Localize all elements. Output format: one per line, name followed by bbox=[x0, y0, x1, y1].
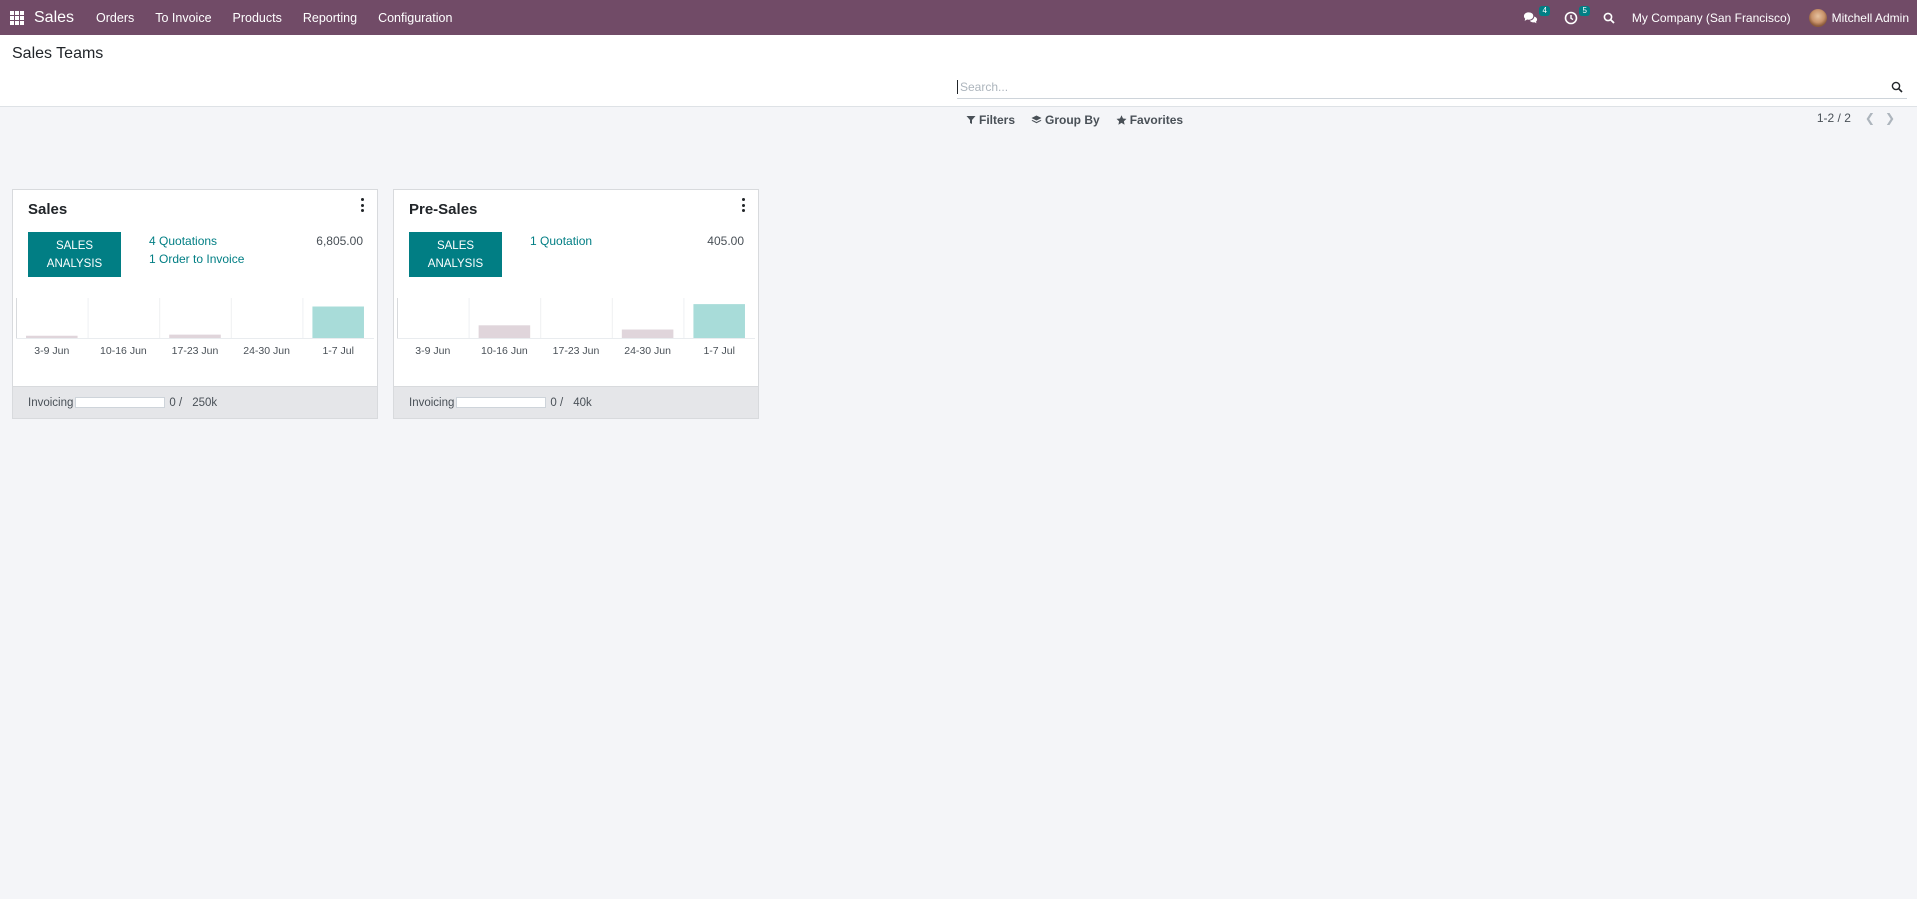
filters-button[interactable]: Filters bbox=[966, 113, 1015, 127]
chart-tick-label: 10-16 Jun bbox=[100, 345, 147, 357]
star-icon bbox=[1116, 115, 1127, 125]
chart-tick-label: 1-7 Jul bbox=[322, 345, 354, 357]
chart-tick-label: 24-30 Jun bbox=[624, 345, 671, 357]
chat-icon bbox=[1524, 11, 1538, 23]
favorites-button[interactable]: Favorites bbox=[1116, 113, 1183, 127]
chart-tick-label: 3-9 Jun bbox=[415, 345, 450, 357]
pager-previous-icon[interactable]: ❮ bbox=[1865, 111, 1875, 125]
quotations-link[interactable]: 4 Quotations bbox=[149, 234, 217, 248]
menu-products[interactable]: Products bbox=[233, 11, 282, 25]
chart-bar[interactable] bbox=[478, 325, 531, 338]
filters-label: Filters bbox=[979, 113, 1016, 127]
menu-to-invoice[interactable]: To Invoice bbox=[155, 11, 211, 25]
activities-button[interactable]: 5 bbox=[1560, 5, 1590, 28]
invoicing-footer: Invoicing 0 / 250k bbox=[13, 386, 377, 418]
team-card-sales[interactable]: Sales SALES ANALYSIS 4 Quotations 1 Order… bbox=[12, 189, 378, 419]
sales-graph[interactable]: 3-9 Jun 10-16 Jun 17-23 Jun 24-30 Jun 1-7 Ju… bbox=[397, 298, 755, 358]
quotations-link[interactable]: 1 Quotation bbox=[530, 234, 592, 248]
chart-tick-label: 24-30 Jun bbox=[243, 345, 290, 357]
chart-bar[interactable] bbox=[26, 335, 78, 338]
card-dropdown-icon[interactable] bbox=[740, 198, 746, 212]
chart-bar[interactable] bbox=[312, 306, 364, 339]
search-button[interactable] bbox=[1598, 8, 1620, 28]
quotations-amount: 6,805.00 bbox=[316, 234, 363, 248]
chart-tick-label: 17-23 Jun bbox=[172, 345, 219, 357]
search-submit-button[interactable] bbox=[1887, 77, 1907, 97]
invoicing-label: Invoicing bbox=[28, 396, 74, 409]
menu-orders[interactable]: Orders bbox=[96, 11, 134, 25]
menu-configuration[interactable]: Configuration bbox=[378, 11, 452, 25]
search-input[interactable] bbox=[957, 79, 1887, 94]
team-card-pre-sales[interactable]: Pre-Sales SALES ANALYSIS 1 Quotation 405.… bbox=[393, 189, 759, 419]
control-panel: Sales Teams Filters Group By bbox=[0, 35, 1917, 127]
group-by-button[interactable]: Group By bbox=[1031, 113, 1100, 127]
team-name: Sales bbox=[28, 201, 68, 218]
search-bar bbox=[957, 75, 1907, 99]
chart-bar[interactable] bbox=[693, 304, 745, 338]
chart-bar[interactable] bbox=[169, 334, 221, 338]
app-name[interactable]: Sales bbox=[34, 9, 74, 27]
pager: 1-2 / 2 ❮ ❯ bbox=[1817, 111, 1895, 125]
avatar bbox=[1808, 8, 1827, 27]
invoicing-value: 0 / bbox=[550, 396, 564, 409]
user-menu[interactable]: Mitchell Admin bbox=[1808, 8, 1909, 27]
team-name: Pre-Sales bbox=[409, 201, 478, 218]
invoicing-progress-bar bbox=[75, 397, 166, 408]
quotations-amount: 405.00 bbox=[707, 234, 744, 248]
invoicing-footer: Invoicing 0 / 40k bbox=[394, 386, 758, 418]
filter-icon bbox=[966, 116, 976, 124]
chart-bar[interactable] bbox=[621, 329, 674, 338]
company-switcher[interactable]: My Company (San Francisco) bbox=[1632, 11, 1791, 25]
user-name: Mitchell Admin bbox=[1831, 10, 1909, 25]
invoicing-target[interactable]: 40k bbox=[573, 397, 592, 409]
group-by-label: Group By bbox=[1045, 113, 1100, 127]
messages-count-badge: 4 bbox=[1539, 5, 1550, 16]
activities-count-badge: 5 bbox=[1579, 5, 1590, 16]
top-navbar: Sales Orders To Invoice Products Reporti… bbox=[0, 0, 1917, 35]
layers-icon bbox=[1031, 115, 1042, 124]
menu-reporting[interactable]: Reporting bbox=[303, 11, 357, 25]
apps-menu-icon[interactable] bbox=[10, 10, 24, 25]
chart-tick-label: 1-7 Jul bbox=[703, 345, 735, 357]
sales-analysis-button[interactable]: SALES ANALYSIS bbox=[409, 232, 502, 277]
search-icon bbox=[1891, 81, 1903, 93]
clock-icon bbox=[1564, 11, 1578, 24]
invoicing-value: 0 / bbox=[169, 396, 183, 409]
pager-value[interactable]: 1-2 / 2 bbox=[1817, 111, 1851, 125]
invoicing-label: Invoicing bbox=[409, 396, 455, 409]
messages-button[interactable]: 4 bbox=[1520, 5, 1550, 28]
invoicing-progress-bar bbox=[456, 397, 547, 408]
chart-tick-label: 3-9 Jun bbox=[34, 345, 69, 357]
search-icon bbox=[1603, 12, 1615, 24]
favorites-label: Favorites bbox=[1129, 113, 1184, 127]
search-options: Filters Group By Favorites bbox=[966, 113, 1183, 127]
invoicing-target[interactable]: 250k bbox=[192, 397, 217, 409]
chart-tick-label: 17-23 Jun bbox=[553, 345, 600, 357]
pager-next-icon[interactable]: ❯ bbox=[1885, 111, 1895, 125]
chart-tick-label: 10-16 Jun bbox=[481, 345, 528, 357]
page-title: Sales Teams bbox=[12, 45, 104, 62]
sales-analysis-button[interactable]: SALES ANALYSIS bbox=[28, 232, 121, 277]
card-dropdown-icon[interactable] bbox=[359, 198, 365, 212]
orders-to-invoice-link[interactable]: 1 Order to Invoice bbox=[149, 252, 244, 266]
sales-graph[interactable]: 3-9 Jun 10-16 Jun 17-23 Jun 24-30 Jun 1-7 Ju… bbox=[16, 298, 374, 358]
